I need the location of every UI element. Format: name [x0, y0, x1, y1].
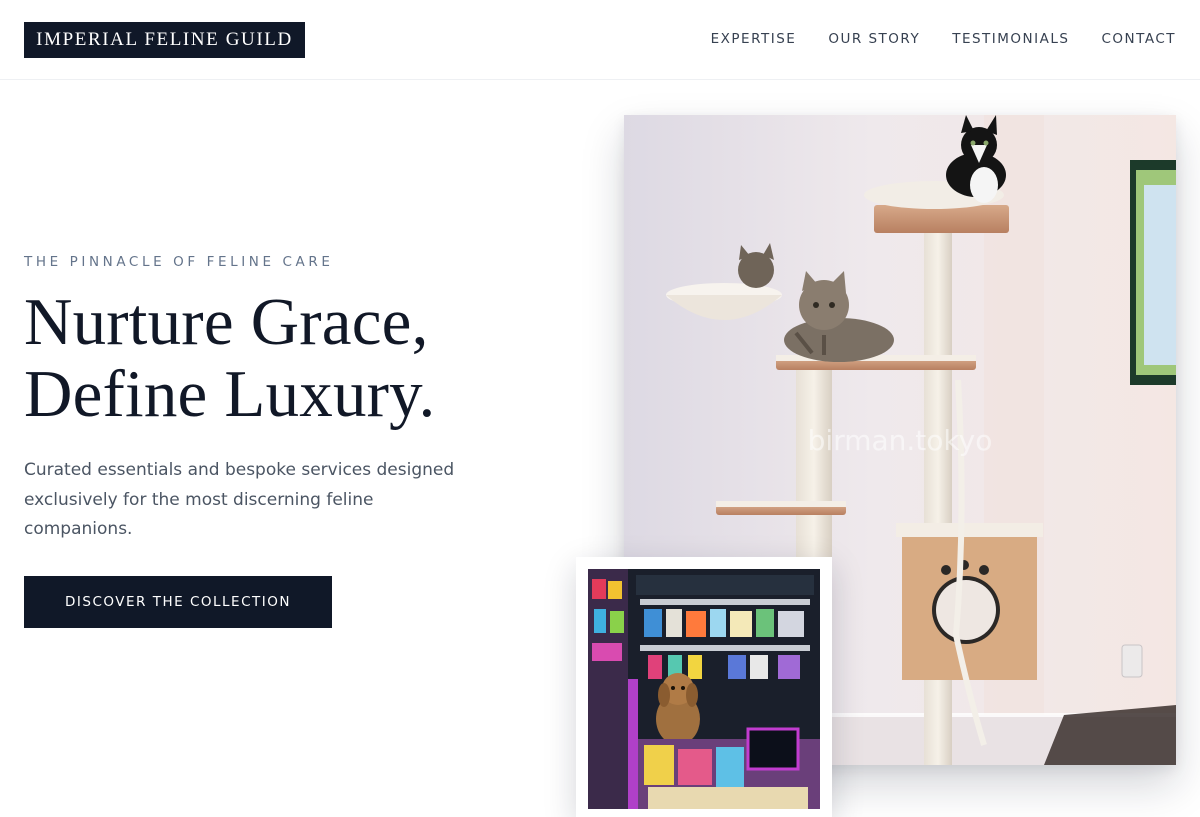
nav-link-contact[interactable]: CONTACT — [1101, 31, 1176, 47]
photo-watermark: birman.tokyo — [808, 424, 993, 457]
headline-line-2: Define Luxury. — [24, 357, 436, 431]
hero-headline: Nurture Grace, Define Luxury. — [24, 286, 544, 430]
nav-link-our-story[interactable]: OUR STORY — [828, 31, 920, 47]
inset-photo-frame — [576, 557, 832, 817]
headline-line-1: Nurture Grace, — [24, 285, 429, 359]
discover-collection-button[interactable]: DISCOVER THE COLLECTION — [24, 576, 332, 628]
hero-description: Curated essentials and bespoke services … — [24, 460, 455, 539]
main-nav: EXPERTISE OUR STORY TESTIMONIALS CONTACT — [679, 31, 1176, 47]
hero-eyebrow: THE PINNACLE OF FELINE CARE — [24, 254, 334, 270]
site-header: IMPERIAL FELINE GUILD EXPERTISE OUR STOR… — [0, 0, 1200, 80]
brand-logo[interactable]: IMPERIAL FELINE GUILD — [24, 22, 305, 58]
nav-link-testimonials[interactable]: TESTIMONIALS — [952, 31, 1069, 47]
shop-dog-photo — [588, 569, 820, 809]
nav-link-expertise[interactable]: EXPERTISE — [711, 31, 797, 47]
